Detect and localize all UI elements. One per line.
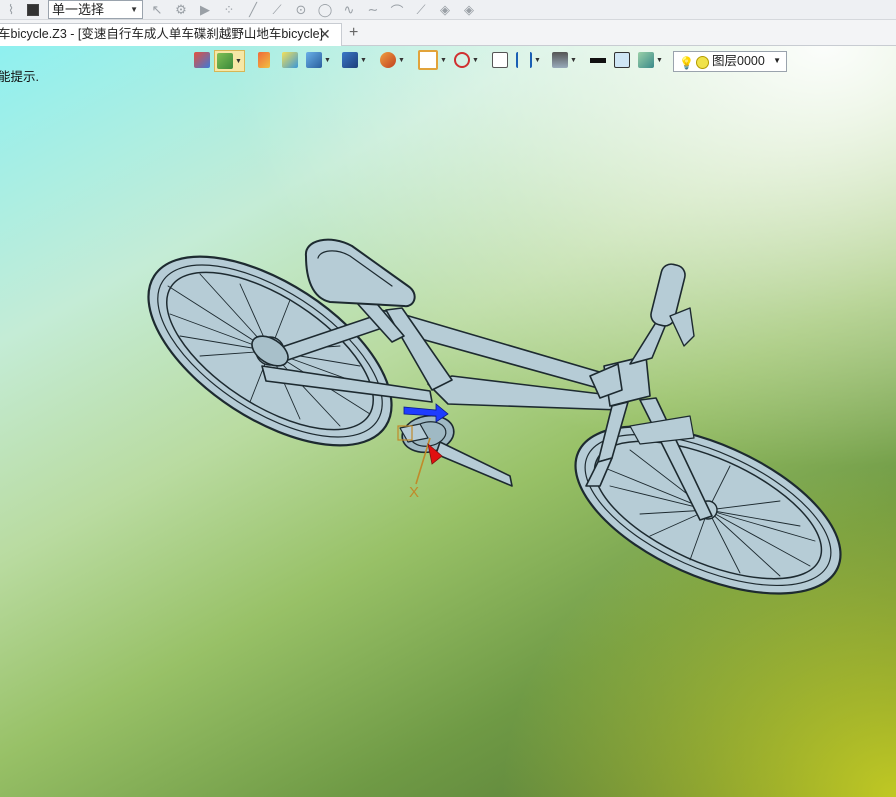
arc-icon[interactable]: ⌒ bbox=[388, 1, 406, 19]
layer-tool-icon[interactable]: ◈ bbox=[460, 1, 478, 19]
chevron-down-icon: ▼ bbox=[440, 56, 447, 64]
chevron-down-icon: ▼ bbox=[235, 57, 242, 65]
filter-icon[interactable]: ⌇ bbox=[2, 1, 20, 19]
target-icon[interactable]: ▼ bbox=[454, 50, 479, 70]
play-icon[interactable]: ▶ bbox=[196, 1, 214, 19]
line-color-icon[interactable] bbox=[590, 50, 606, 70]
document-tab-title: 车bicycle.Z3 - [变速自行车成人单车碟刹越野山地车bicycle] bbox=[0, 27, 324, 41]
close-icon[interactable]: ✕ bbox=[319, 24, 331, 45]
selection-mode-dropdown[interactable]: 单一选择 ▼ bbox=[48, 0, 143, 19]
layer-manager-icon[interactable]: ▼ bbox=[638, 50, 663, 70]
command-toolbar: ⌇ 单一选择 ▼ ↖ ⚙ ▶ ⁘ ╱ ⟋ ⊙ ◯ ∿ ∼ ⌒ ⟋ ◈ ◈ bbox=[0, 0, 896, 20]
chevron-down-icon: ▼ bbox=[570, 56, 577, 64]
section-icon[interactable] bbox=[492, 50, 508, 70]
zoom-fit-icon[interactable]: ▼ bbox=[418, 50, 447, 70]
layer-tool-icon[interactable]: ◈ bbox=[436, 1, 454, 19]
cube-view-icon[interactable]: ▼ bbox=[306, 50, 331, 70]
lightbulb-icon: 💡 bbox=[679, 56, 694, 70]
pick-icon[interactable]: ⚙ bbox=[172, 1, 190, 19]
line-icon[interactable]: ╱ bbox=[244, 1, 262, 19]
stop-icon[interactable] bbox=[24, 1, 42, 19]
face-color-icon[interactable] bbox=[614, 50, 630, 70]
layer-name: 图层0000 bbox=[712, 54, 765, 68]
select-arrow-icon[interactable]: ↖ bbox=[148, 1, 166, 19]
chevron-down-icon: ▼ bbox=[360, 56, 367, 64]
shaded-icon[interactable] bbox=[282, 50, 298, 70]
point-icon[interactable]: ⁘ bbox=[220, 1, 238, 19]
curve-icon[interactable]: ∼ bbox=[364, 1, 382, 19]
circle-icon[interactable]: ◯ bbox=[316, 1, 334, 19]
filter-icon bbox=[217, 53, 233, 69]
x-axis-label: X bbox=[409, 484, 420, 501]
prompt-hint-text: 能提示. bbox=[0, 70, 39, 84]
dimension-icon[interactable]: ▼ bbox=[516, 50, 541, 70]
polyline-icon[interactable]: ⟋ bbox=[268, 1, 286, 19]
chevron-down-icon: ▼ bbox=[324, 56, 331, 64]
new-tab-button[interactable]: + bbox=[349, 24, 358, 42]
chevron-down-icon: ▼ bbox=[398, 56, 405, 64]
render-icon[interactable]: ▼ bbox=[380, 50, 405, 70]
exit-icon[interactable] bbox=[194, 50, 210, 70]
spline-icon[interactable]: ∿ bbox=[340, 1, 358, 19]
circle-icon[interactable]: ⊙ bbox=[292, 1, 310, 19]
display-mode-icon[interactable]: ▼ bbox=[342, 50, 367, 70]
trim-icon[interactable]: ⟋ bbox=[412, 1, 430, 19]
selection-mode-value: 单一选择 bbox=[52, 2, 105, 17]
pick-filter-button[interactable]: ▼ bbox=[214, 50, 245, 72]
chevron-down-icon: ▼ bbox=[534, 56, 541, 64]
layer-color-icon bbox=[696, 56, 709, 69]
chevron-down-icon: ▼ bbox=[472, 56, 479, 64]
view-toolbar: ▼ ▼ ▼ ▼ ▼ ▼ ▼ ▼ ▼ 💡 图层0000 ▼ bbox=[190, 50, 790, 72]
chevron-down-icon: ▼ bbox=[773, 56, 781, 65]
chevron-down-icon: ▼ bbox=[130, 5, 138, 14]
document-tab[interactable]: 车bicycle.Z3 - [变速自行车成人单车碟刹越野山地车bicycle] … bbox=[0, 23, 342, 46]
saddle[interactable] bbox=[304, 238, 416, 308]
3d-viewport[interactable]: 能提示. ▼ ▼ ▼ ▼ ▼ ▼ ▼ ▼ ▼ 💡 图层0000 ▼ X bbox=[0, 46, 896, 797]
chevron-down-icon: ▼ bbox=[656, 56, 663, 64]
bicycle-model[interactable] bbox=[0, 46, 896, 797]
document-tab-bar: 车bicycle.Z3 - [变速自行车成人单车碟刹越野山地车bicycle] … bbox=[0, 20, 896, 46]
background-icon[interactable]: ▼ bbox=[552, 50, 577, 70]
brush-icon[interactable] bbox=[258, 50, 270, 70]
layer-dropdown[interactable]: 💡 图层0000 ▼ bbox=[673, 51, 787, 72]
